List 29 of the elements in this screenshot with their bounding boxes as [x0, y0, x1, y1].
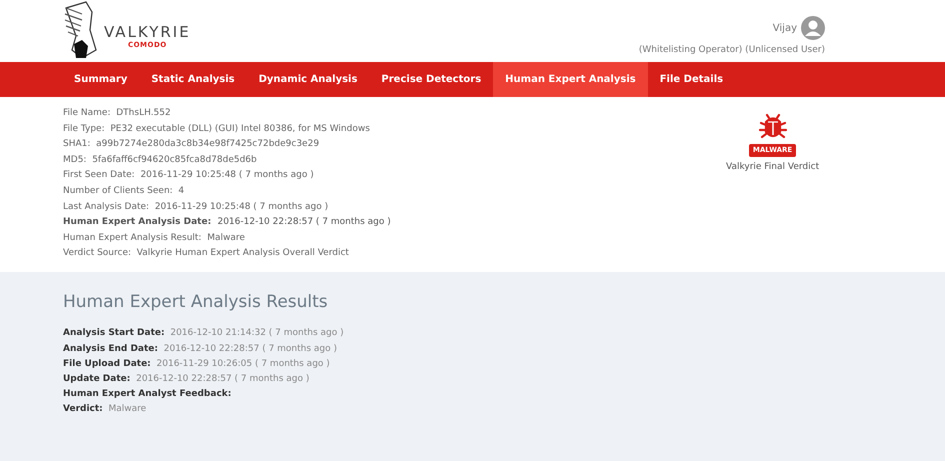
nav-tab[interactable]: Precise Detectors	[369, 62, 494, 97]
user-roles: (Whitelisting Operator) (Unlicensed User)	[638, 44, 825, 57]
avatar-icon[interactable]	[801, 16, 825, 40]
file-info-line: Verdict Source: Valkyrie Human Expert Analysis Overall Verdict	[63, 247, 350, 260]
section-title: Human Expert Analysis Results	[63, 292, 329, 312]
result-line: Analysis End Date: 2016-12-10 22:28:57 ( 7 months ago )	[63, 342, 338, 356]
nav-tab[interactable]: File Details	[648, 62, 736, 97]
brand-name: VALKYRIE	[104, 24, 191, 40]
file-info-line: Human Expert Analysis Date: 2016-12-10 22:28:57 ( 7 months ago )	[63, 216, 392, 230]
result-line: Verdict: Malware	[63, 403, 148, 416]
result-line: File Upload Date: 2016-11-29 10:26:05 ( 7 months ago )	[63, 358, 331, 371]
result-line: Human Expert Analyst Feedback:	[63, 388, 232, 402]
nav-tab[interactable]: Static Analysis	[139, 62, 247, 97]
file-info-line: SHA1: a99b7274e280da3c8b34e98f7425c72bde9c3e29	[63, 138, 320, 152]
bug-icon	[758, 112, 788, 140]
result-line: Analysis Start Date: 2016-12-10 21:14:32 ( 7 months ago )	[63, 327, 345, 340]
file-info-line: Number of Clients Seen: 4	[63, 184, 186, 198]
file-info-line: File Type: PE32 executable (DLL) (GUI) Intel 80386, for MS Windows	[63, 122, 371, 136]
file-info-line: First Seen Date: 2016-11-29 10:25:48 ( 7 months ago )	[63, 169, 315, 182]
nav-tab[interactable]: Human Expert Analysis	[493, 62, 648, 97]
file-info-line: File Name: DThsLH.552	[63, 107, 172, 120]
user-name[interactable]: Vijay	[772, 20, 797, 36]
result-line: Update Date: 2016-12-10 22:28:57 ( 7 months ago )	[63, 373, 310, 386]
file-info-line: Human Expert Analysis Result: Malware	[63, 232, 246, 245]
file-info-line: Last Analysis Date: 2016-11-29 10:25:48 ( 7 months ago )	[63, 200, 330, 214]
file-info-line: MD5: 5fa6faff6cf94620c85fca8d78de5d6b	[63, 154, 258, 167]
nav-tab[interactable]: Dynamic Analysis	[246, 62, 370, 97]
nav-tab[interactable]: Summary	[62, 62, 140, 97]
verdict-caption: Valkyrie Final Verdict	[726, 160, 820, 174]
